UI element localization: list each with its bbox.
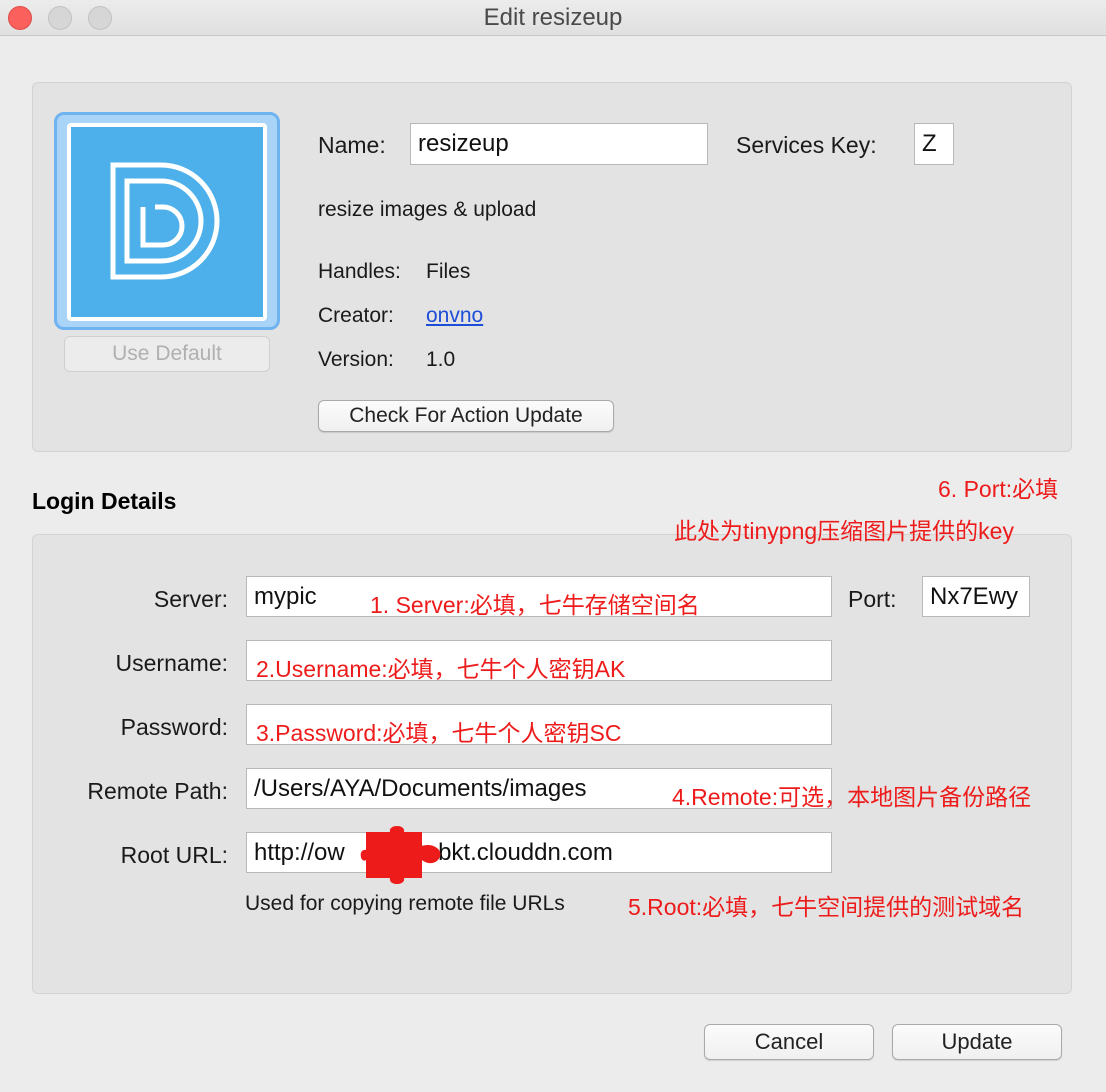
remote-path-label: Remote Path: bbox=[87, 778, 228, 804]
cancel-button[interactable]: Cancel bbox=[704, 1024, 874, 1060]
letter-d-logo-icon bbox=[110, 162, 220, 280]
server-label: Server: bbox=[153, 586, 228, 612]
app-icon bbox=[67, 123, 267, 321]
creator-link[interactable]: onvno bbox=[426, 304, 483, 328]
handles-label: Handles: bbox=[318, 260, 401, 283]
action-icon-well[interactable] bbox=[54, 112, 280, 330]
name-field[interactable]: resizeup bbox=[410, 123, 708, 165]
annotation-remote: 4.Remote:可选，本地图片备份路径 bbox=[672, 784, 1032, 810]
version-label: Version: bbox=[318, 348, 394, 371]
services-key-field[interactable]: Z bbox=[914, 123, 954, 165]
annotation-password: 3.Password:必填，七牛个人密钥SC bbox=[256, 720, 622, 746]
annotation-root: 5.Root:必填，七牛空间提供的测试域名 bbox=[628, 894, 1025, 920]
root-url-label: Root URL: bbox=[120, 842, 228, 868]
title-bar: Edit resizeup bbox=[0, 0, 1106, 36]
update-button[interactable]: Update bbox=[892, 1024, 1062, 1060]
annotation-username: 2.Username:必填，七牛个人密钥AK bbox=[256, 656, 626, 682]
creator-label: Creator: bbox=[318, 304, 394, 327]
version-value: 1.0 bbox=[426, 348, 456, 371]
login-details-heading: Login Details bbox=[32, 488, 177, 514]
name-label: Name: bbox=[318, 132, 386, 158]
annotation-port-detail: 此处为tinypng压缩图片提供的key bbox=[674, 518, 1014, 544]
port-label: Port: bbox=[848, 586, 897, 612]
username-label: Username: bbox=[115, 650, 228, 676]
annotation-server: 1. Server:必填，七牛存储空间名 bbox=[370, 592, 700, 618]
check-update-button[interactable]: Check For Action Update bbox=[318, 400, 614, 432]
action-description: resize images & upload bbox=[318, 198, 537, 221]
window-title: Edit resizeup bbox=[483, 4, 623, 31]
root-url-hint: Used for copying remote file URLs bbox=[245, 892, 565, 915]
root-url-field[interactable]: http://ow 9r.bkt.clouddn.com bbox=[246, 832, 832, 873]
puzzle-piece-icon bbox=[360, 826, 441, 884]
annotation-port-title: 6. Port:必填 bbox=[938, 476, 1059, 502]
services-key-label: Services Key: bbox=[736, 132, 877, 158]
password-label: Password: bbox=[120, 714, 228, 740]
use-default-button[interactable]: Use Default bbox=[64, 336, 270, 372]
port-field[interactable]: Nx7Ewy bbox=[922, 576, 1030, 617]
handles-value: Files bbox=[426, 260, 471, 283]
